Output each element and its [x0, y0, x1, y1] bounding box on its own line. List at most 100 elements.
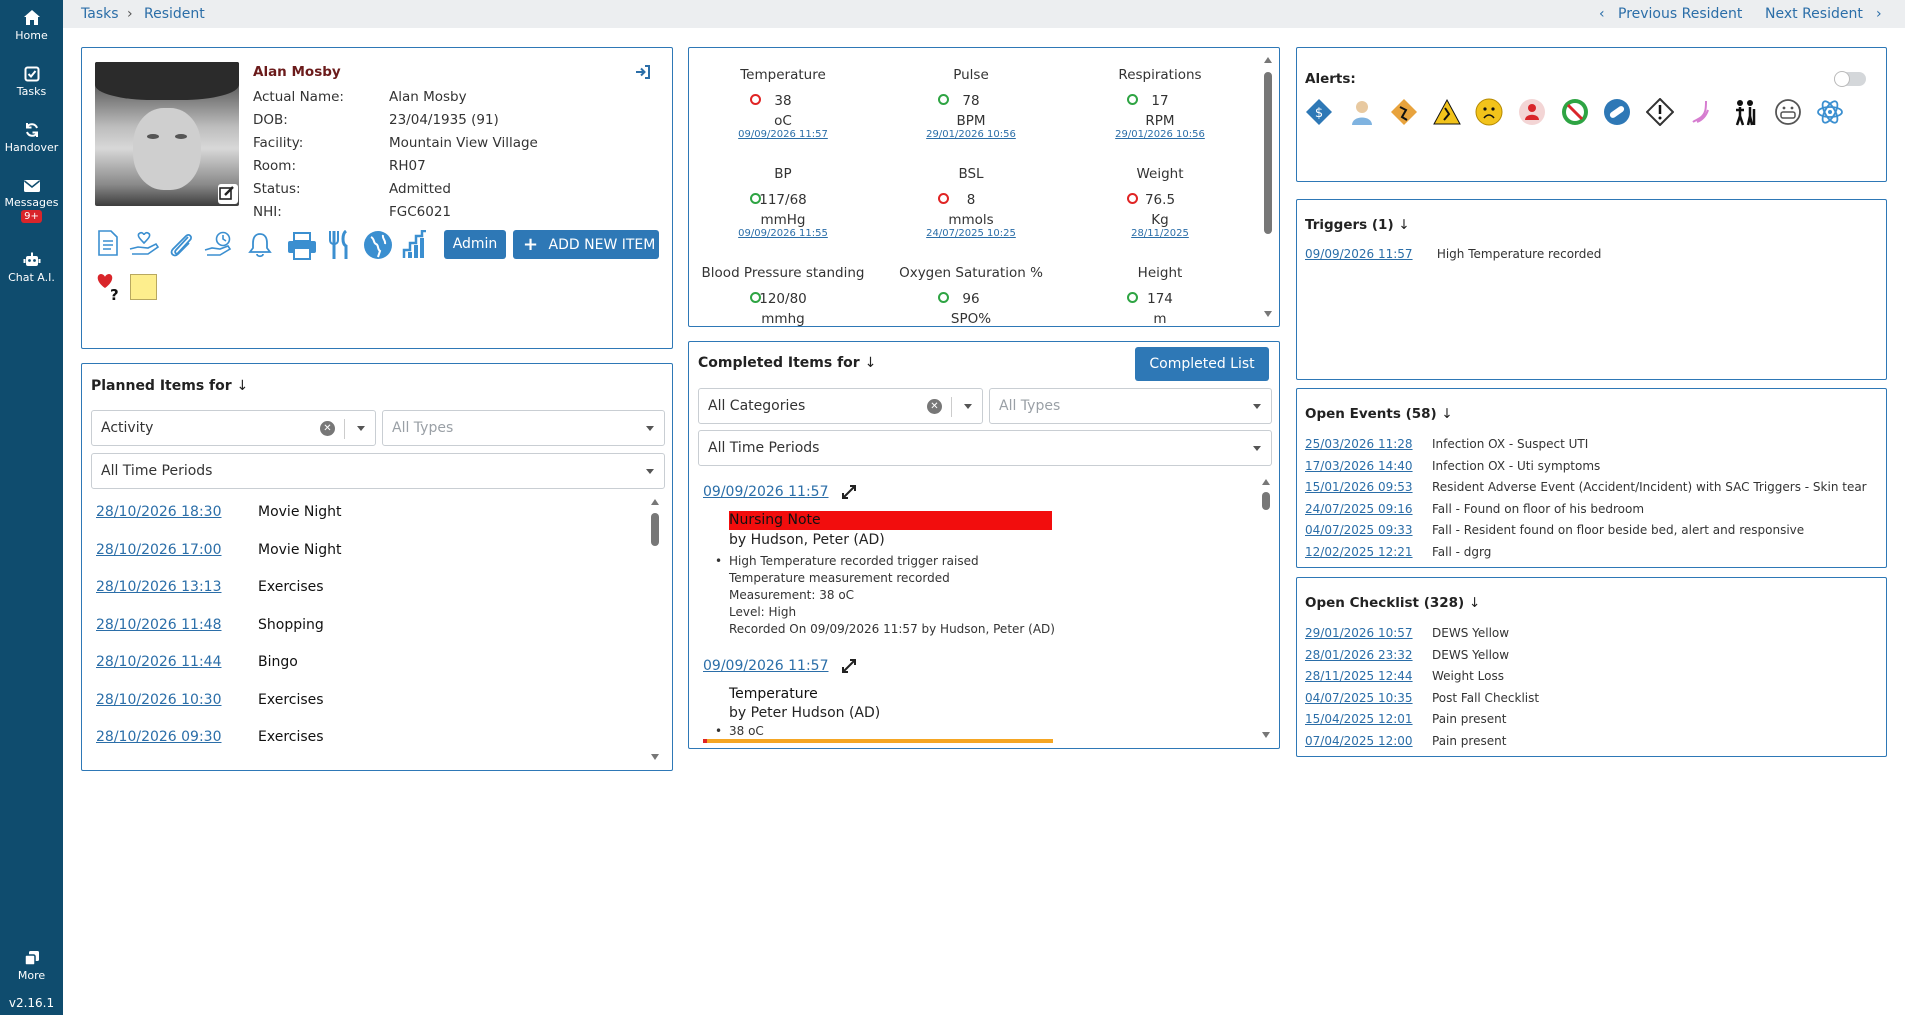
expand-icon[interactable] — [841, 658, 857, 674]
event-date-link[interactable]: 15/01/2026 09:53 — [1305, 480, 1432, 494]
planned-item-date-link[interactable]: 28/10/2026 10:30 — [96, 692, 258, 708]
medication-icon[interactable] — [1603, 98, 1631, 126]
breadcrumb-resident[interactable]: Resident — [144, 6, 205, 22]
expand-icon[interactable] — [841, 484, 857, 500]
planned-types-select[interactable]: All Types — [382, 410, 665, 446]
checklist-date-link[interactable]: 28/01/2026 23:32 — [1305, 648, 1432, 662]
planned-item-date-link[interactable]: 28/10/2026 11:48 — [96, 617, 258, 633]
breadcrumb-tasks[interactable]: Tasks — [81, 6, 119, 22]
planned-item-date-link[interactable]: 28/10/2026 17:00 — [96, 542, 258, 558]
nav-home[interactable]: Home — [0, 9, 63, 42]
printer-icon[interactable] — [287, 232, 317, 260]
checklist-date-link[interactable]: 15/04/2025 12:01 — [1305, 712, 1432, 726]
continence-icon[interactable] — [1688, 98, 1716, 126]
admin-button[interactable]: Admin — [444, 230, 506, 259]
next-resident-link[interactable]: Next Resident — [1765, 6, 1863, 22]
checklist-row: 04/07/2025 10:35 Post Fall Checklist — [1305, 691, 1539, 705]
nav-chat-ai[interactable]: Chat A.I. — [0, 252, 63, 284]
walking-aid-icon[interactable] — [1731, 98, 1759, 126]
planned-item-date-link[interactable]: 28/10/2026 18:30 — [96, 504, 258, 520]
sad-face-icon[interactable] — [1475, 98, 1503, 126]
heart-question-icon[interactable]: ? — [95, 272, 123, 302]
scroll-down-icon[interactable] — [1262, 732, 1270, 738]
clear-icon[interactable]: ✕ — [320, 421, 335, 436]
scroll-up-icon[interactable] — [1264, 57, 1272, 63]
checklist-date-link[interactable]: 28/11/2025 12:44 — [1305, 669, 1432, 683]
chevron-down-icon — [357, 426, 365, 431]
event-date-link[interactable]: 17/03/2026 14:40 — [1305, 459, 1432, 473]
checklist-date-link[interactable]: 04/07/2025 10:35 — [1305, 691, 1432, 705]
globe-icon[interactable] — [363, 230, 393, 260]
sort-down-icon[interactable]: ↓ — [865, 355, 877, 371]
scroll-up-icon[interactable] — [1262, 479, 1270, 485]
completed-list-button[interactable]: Completed List — [1135, 347, 1269, 381]
atom-icon[interactable] — [1816, 98, 1844, 126]
scheduled-care-icon[interactable] — [204, 231, 234, 257]
clear-icon[interactable]: ✕ — [927, 399, 942, 414]
planned-item-date-link[interactable]: 28/10/2026 13:13 — [96, 579, 258, 595]
vital-date-link[interactable]: 09/09/2026 11:55 — [689, 228, 877, 239]
falls-sign-icon[interactable] — [1390, 98, 1418, 126]
planned-category-select[interactable]: Activity ✕ — [91, 410, 376, 446]
completed-types-select[interactable]: All Types — [989, 388, 1272, 424]
planned-item-row: 28/10/2026 13:13 Exercises — [96, 576, 324, 595]
checklist-date-link[interactable]: 07/04/2025 12:00 — [1305, 734, 1432, 748]
completed-period-select[interactable]: All Time Periods — [698, 430, 1272, 466]
planned-period-select[interactable]: All Time Periods — [91, 453, 665, 489]
alerts-toggle[interactable] — [1834, 71, 1866, 87]
event-date-link[interactable]: 12/02/2025 12:21 — [1305, 545, 1432, 559]
event-date-link[interactable]: 24/07/2025 09:16 — [1305, 502, 1432, 516]
diamond-badge-icon[interactable]: $ — [1305, 98, 1333, 126]
sort-down-icon[interactable]: ↓ — [1441, 406, 1452, 422]
diamond-warning-icon[interactable] — [1645, 98, 1674, 126]
nav-more[interactable]: More — [0, 950, 63, 982]
planned-items-title-text: Planned Items for — [91, 378, 232, 394]
previous-resident-link[interactable]: Previous Resident — [1618, 6, 1742, 22]
planned-item-date-link[interactable]: 28/10/2026 11:44 — [96, 654, 258, 670]
no-symbol-icon[interactable] — [1561, 98, 1589, 126]
previous-resident-chevron-icon: ‹ — [1599, 6, 1605, 22]
scroll-down-icon[interactable] — [1264, 311, 1272, 317]
document-icon[interactable] — [97, 229, 119, 257]
version-label: v2.16.1 — [8, 996, 55, 1010]
nurse-icon[interactable] — [1348, 98, 1376, 126]
sort-down-icon[interactable]: ↓ — [1398, 217, 1409, 233]
vitals-scrollbar[interactable] — [1264, 72, 1272, 234]
add-new-item-button[interactable]: + ADD NEW ITEM — [513, 230, 659, 259]
warning-triangle-icon[interactable] — [1432, 98, 1461, 126]
vital-date-link[interactable]: 09/09/2026 11:57 — [689, 129, 877, 140]
steps-icon[interactable] — [402, 230, 428, 260]
event-date-link[interactable]: 25/03/2026 11:28 — [1305, 437, 1432, 451]
completed-scrollbar[interactable] — [1262, 492, 1270, 510]
login-icon[interactable] — [635, 64, 651, 80]
completed-entry-date-link[interactable]: 09/09/2026 11:57 — [703, 484, 829, 500]
trigger-date-link[interactable]: 09/09/2026 11:57 — [1305, 247, 1433, 261]
vital-name: Respirations — [1118, 67, 1202, 83]
vital-date-link[interactable]: 24/07/2025 10:25 — [877, 228, 1065, 239]
scroll-up-icon[interactable] — [651, 499, 659, 505]
nav-messages[interactable]: Messages 9+ — [0, 179, 63, 223]
cutlery-icon[interactable] — [327, 230, 353, 260]
mask-face-icon[interactable] — [1774, 98, 1802, 126]
nav-handover[interactable]: Handover — [0, 122, 63, 154]
planned-scrollbar[interactable] — [651, 513, 659, 546]
sort-down-icon[interactable]: ↓ — [237, 378, 249, 394]
bell-icon[interactable] — [248, 232, 272, 258]
vital-date-link[interactable]: 29/01/2026 10:56 — [877, 129, 1065, 140]
vital-date-link[interactable]: 28/11/2025 — [1066, 228, 1254, 239]
event-date-link[interactable]: 04/07/2025 09:33 — [1305, 523, 1432, 537]
checklist-date-link[interactable]: 29/01/2026 10:57 — [1305, 626, 1432, 640]
completed-entry-date-link[interactable]: 09/09/2026 11:57 — [703, 658, 829, 674]
scroll-down-icon[interactable] — [651, 754, 659, 760]
sort-down-icon[interactable]: ↓ — [1469, 595, 1480, 611]
nav-tasks[interactable]: Tasks — [0, 66, 63, 98]
completed-category-select[interactable]: All Categories ✕ — [698, 388, 983, 424]
sticky-note-button[interactable] — [130, 274, 157, 300]
checklist-text: DEWS Yellow — [1432, 647, 1510, 662]
attachment-icon[interactable] — [168, 231, 194, 259]
vital-date-link[interactable]: 29/01/2026 10:56 — [1066, 129, 1254, 140]
person-alert-icon[interactable] — [1518, 98, 1546, 126]
edit-photo-button[interactable] — [218, 184, 238, 204]
care-hand-icon[interactable] — [128, 231, 160, 257]
planned-item-date-link[interactable]: 28/10/2026 09:30 — [96, 729, 258, 745]
